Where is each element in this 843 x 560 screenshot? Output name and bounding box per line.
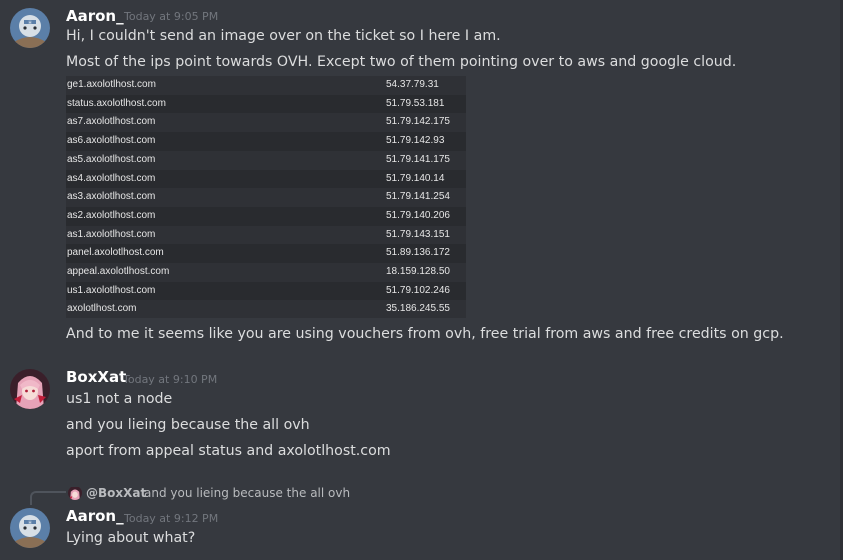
- author-name[interactable]: Aaron_: [66, 7, 124, 25]
- ip-table-image[interactable]: ge1.axolotlhost.com 54.37.79.31 status.a…: [66, 76, 466, 318]
- table-row: status.axolotlhost.com 51.79.53.181: [66, 94, 466, 114]
- message-line: and you lieing because the all ovh: [66, 417, 310, 433]
- table-row: ge1.axolotlhost.com 54.37.79.31: [66, 76, 466, 95]
- host-cell: as2.axolotlhost.com: [67, 209, 156, 221]
- host-cell: as3.axolotlhost.com: [67, 191, 156, 203]
- ip-cell: 51.79.142.93: [386, 135, 445, 147]
- table-row: panel.axolotlhost.com 51.89.136.172: [66, 244, 466, 263]
- author-name[interactable]: Aaron_: [66, 507, 124, 525]
- reply-preview-text[interactable]: and you lieing because the all ovh: [144, 486, 350, 500]
- message-line: Most of the ips point towards OVH. Excep…: [66, 54, 737, 70]
- axolotl-avatar-icon[interactable]: H: [10, 508, 50, 548]
- host-cell: axolotlhost.com: [67, 303, 137, 315]
- host-cell: as7.axolotlhost.com: [67, 116, 156, 128]
- message-line: aport from appeal status and axolotlhost…: [66, 443, 391, 459]
- ip-cell: 51.79.140.14: [386, 172, 445, 184]
- table-row: as2.axolotlhost.com 51.79.140.206: [66, 206, 466, 226]
- table-row: as5.axolotlhost.com 51.79.141.175: [66, 151, 466, 170]
- table-row: as6.axolotlhost.com 51.79.142.93: [66, 132, 466, 151]
- host-cell: as5.axolotlhost.com: [67, 153, 156, 165]
- host-cell: appeal.axolotlhost.com: [67, 266, 170, 277]
- ip-cell: 51.79.141.254: [386, 191, 450, 203]
- table-row: as4.axolotlhost.com 51.79.140.14: [66, 169, 466, 189]
- table-row: appeal.axolotlhost.com 18.159.128.50: [66, 263, 466, 282]
- author-name[interactable]: BoxXat: [66, 368, 126, 386]
- host-cell: status.axolotlhost.com: [67, 97, 166, 109]
- table-row: axolotlhost.com 35.186.245.55: [66, 300, 466, 319]
- anime-avatar-icon[interactable]: [68, 486, 82, 500]
- reply-spine-icon: [30, 491, 66, 505]
- ip-cell: 51.79.102.246: [386, 284, 450, 296]
- reply-mention[interactable]: @BoxXat: [86, 486, 146, 500]
- axolotl-avatar-icon[interactable]: H: [10, 8, 50, 48]
- table-row: as3.axolotlhost.com 51.79.141.254: [66, 188, 466, 207]
- ip-cell: 54.37.79.31: [386, 79, 439, 90]
- ip-cell: 51.79.143.151: [386, 228, 450, 240]
- message-line: Hi, I couldn't send an image over on the…: [66, 28, 501, 44]
- host-cell: as4.axolotlhost.com: [67, 172, 156, 184]
- ip-cell: 51.79.53.181: [386, 97, 445, 109]
- ip-cell: 18.159.128.50: [386, 266, 450, 277]
- ip-cell: 35.186.245.55: [386, 303, 450, 315]
- ip-cell: 51.79.141.175: [386, 153, 450, 165]
- host-cell: us1.axolotlhost.com: [67, 284, 156, 296]
- svg-text:H: H: [28, 20, 31, 25]
- message-timestamp: Today at 9:05 PM: [124, 10, 219, 23]
- host-cell: ge1.axolotlhost.com: [67, 79, 156, 90]
- anime-avatar-icon[interactable]: [10, 369, 50, 409]
- ip-cell: 51.89.136.172: [386, 247, 450, 259]
- message-line: And to me it seems like you are using vo…: [66, 326, 784, 342]
- message-timestamp: Today at 9:12 PM: [124, 512, 219, 525]
- message-timestamp: Today at 9:10 PM: [123, 373, 218, 386]
- host-cell: panel.axolotlhost.com: [67, 247, 164, 259]
- message-line: us1 not a node: [66, 391, 173, 407]
- table-row: as7.axolotlhost.com 51.79.142.175: [66, 113, 466, 132]
- ip-cell: 51.79.142.175: [386, 116, 450, 128]
- message-line: Lying about what?: [66, 530, 196, 546]
- host-cell: as1.axolotlhost.com: [67, 228, 156, 240]
- table-row: us1.axolotlhost.com 51.79.102.246: [66, 281, 466, 301]
- table-row: as1.axolotlhost.com 51.79.143.151: [66, 226, 466, 245]
- host-cell: as6.axolotlhost.com: [67, 135, 156, 147]
- ip-cell: 51.79.140.206: [386, 209, 450, 221]
- svg-text:H: H: [28, 520, 31, 525]
